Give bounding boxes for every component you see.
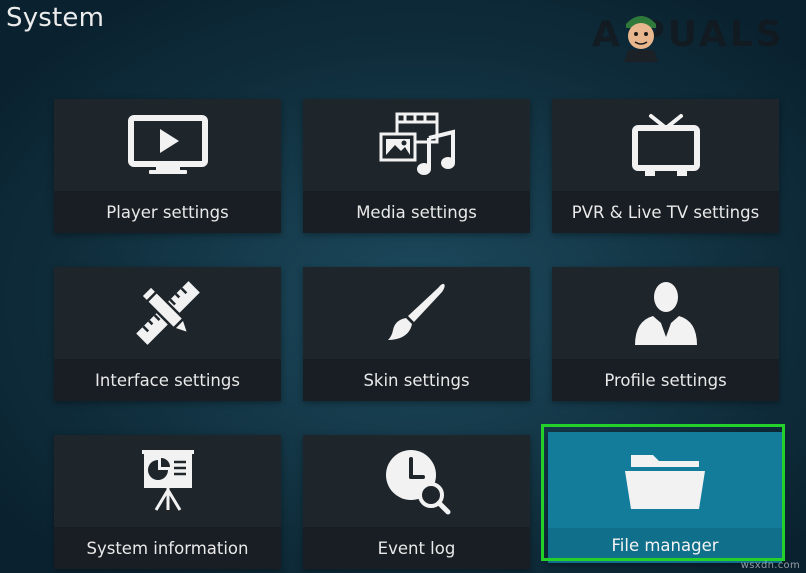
tile-label: PVR & Live TV settings [552,191,779,233]
tile-label: Player settings [54,191,281,233]
presentation-chart-icon [141,450,194,511]
tile-event-log[interactable]: Event log [303,435,530,569]
tile-label: Media settings [303,191,530,233]
paintbrush-icon [387,283,445,340]
person-icon [634,282,697,345]
tile-icon-area [548,432,782,528]
tile-profile-settings[interactable]: Profile settings [552,267,779,401]
tile-pvr-live-tv-settings[interactable]: PVR & Live TV settings [552,99,779,233]
tile-icon-area [54,99,281,191]
tile-label: Skin settings [303,359,530,401]
tile-media-settings[interactable]: Media settings [303,99,530,233]
tile-label: System information [54,527,281,569]
tile-icon-area [303,99,530,191]
tile-icon-area [303,267,530,359]
tv-play-icon [127,115,208,174]
source-stamp: wsxdn.com [740,560,800,571]
tv-antenna-icon [631,114,700,176]
pencil-ruler-icon [135,281,200,345]
tile-player-settings[interactable]: Player settings [54,99,281,233]
tile-skin-settings[interactable]: Skin settings [303,267,530,401]
tile-file-manager[interactable]: File manager [548,432,782,563]
tile-icon-area [552,99,779,191]
tile-icon-area [54,267,281,359]
settings-grid: Player settings Media settings PVR & Liv… [54,99,782,569]
tile-label: Event log [303,527,530,569]
tile-label: File manager [548,528,782,563]
media-icon [379,112,455,175]
tile-interface-settings[interactable]: Interface settings [54,267,281,401]
mascot-icon [624,16,658,62]
tile-label: Interface settings [54,359,281,401]
tile-system-information[interactable]: System information [54,435,281,569]
folder-icon [625,455,705,509]
tile-icon-area [54,435,281,527]
tile-icon-area [552,267,779,359]
tile-label: Profile settings [552,359,779,401]
clock-search-icon [385,450,450,515]
page-title: System [6,3,105,33]
tile-icon-area [303,435,530,527]
